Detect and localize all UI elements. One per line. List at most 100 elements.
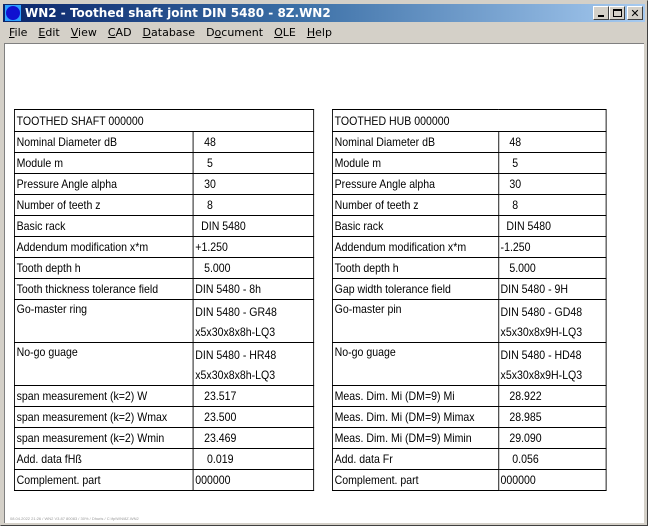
table-row: Basic rack DIN 5480 [13, 215, 315, 237]
minimize-button[interactable] [593, 6, 609, 20]
row-label: Pressure Angle alpha [13, 173, 194, 195]
table-row: Pressure Angle alpha 30 [332, 173, 607, 195]
menu-bar: File Edit View CAD Database Document OLE… [3, 23, 645, 42]
row-label: Meas. Dim. Mi (DM=9) Mi [332, 385, 499, 407]
table-row: Number of teeth z 8 [13, 194, 315, 216]
table-row: Module m 5 [332, 152, 607, 174]
table-row: No-go guage DIN 5480 - HD48 x5x30x8x9H-LQ3 [332, 342, 607, 386]
row-value: 30 [497, 173, 607, 195]
menu-document[interactable]: Document [200, 26, 268, 39]
row-value: DIN 5480 - GD48 x5x30x8x9H-LQ3 [497, 299, 607, 343]
menu-ole[interactable]: OLE [268, 26, 301, 39]
row-value: 23.517 [192, 385, 315, 407]
row-value-line1: DIN 5480 - GD48 [500, 305, 583, 319]
menu-help[interactable]: Help [301, 26, 337, 39]
maximize-button[interactable] [609, 6, 625, 20]
row-label: Tooth depth h [332, 257, 499, 279]
row-value: -1.250 [497, 236, 607, 258]
row-label: Nominal Diameter dB [332, 131, 499, 153]
table-row: Nominal Diameter dB 48 [332, 131, 607, 153]
row-label: Gap width tolerance field [332, 278, 499, 300]
maximize-icon [612, 9, 622, 17]
row-label: Meas. Dim. Mi (DM=9) Mimax [332, 406, 499, 428]
menu-label: ile [14, 26, 28, 39]
row-value: 23.469 [192, 427, 315, 449]
row-label: Complement. part [13, 469, 194, 491]
row-label: Addendum modification x*m [332, 236, 499, 258]
menu-label: AD [115, 26, 132, 39]
row-value-line2: x5x30x8x8h-LQ3 [195, 368, 276, 382]
row-value: 8 [497, 194, 607, 216]
table-row: Go-master ring DIN 5480 - GR48 x5x30x8x8h-… [13, 299, 315, 343]
caption-buttons: ✕ [593, 6, 643, 20]
table-title: TOOTHED SHAFT 000000 [13, 109, 315, 132]
table-row: Tooth depth h 5.000 [13, 257, 315, 279]
row-value: 000000 [497, 469, 607, 491]
close-icon: ✕ [630, 6, 640, 20]
row-label: Tooth thickness tolerance field [13, 278, 194, 300]
row-label: Pressure Angle alpha [332, 173, 499, 195]
row-label: Tooth depth h [13, 257, 194, 279]
menu-file[interactable]: File [3, 26, 32, 39]
title-bar[interactable]: WN2 - Toothed shaft joint DIN 5480 - 8Z.… [3, 4, 645, 22]
row-value-line1: DIN 5480 - HR48 [195, 348, 277, 362]
table-row: span measurement (k=2) Wmin 23.469 [13, 427, 315, 449]
table-row: Meas. Dim. Mi (DM=9) Mimin 29.090 [332, 427, 607, 449]
row-value: 5 [497, 152, 607, 174]
table-row: Pressure Angle alpha 30 [13, 173, 315, 195]
row-label: Basic rack [13, 215, 194, 237]
row-label: Module m [13, 152, 194, 174]
menu-view[interactable]: View [65, 26, 102, 39]
row-label: Module m [332, 152, 499, 174]
table-row: Complement. part 000000 [13, 469, 315, 491]
row-label: Addendum modification x*m [13, 236, 194, 258]
row-value: 29.090 [497, 427, 607, 449]
close-button[interactable]: ✕ [627, 6, 643, 20]
table-row: Meas. Dim. Mi (DM=9) Mimax 28.985 [332, 406, 607, 428]
row-value: DIN 5480 - 9H [497, 278, 607, 300]
row-value-line2: x5x30x8x8h-LQ3 [195, 325, 276, 339]
window-title: WN2 - Toothed shaft joint DIN 5480 - 8Z.… [25, 6, 331, 20]
row-value: 48 [497, 131, 607, 153]
menu-cad[interactable]: CAD [102, 26, 137, 39]
row-label: Meas. Dim. Mi (DM=9) Mimin [332, 427, 499, 449]
menu-database[interactable]: Database [137, 26, 201, 39]
toothed-hub-table: TOOTHED HUB 000000 Nominal Diameter dB 48… [332, 109, 607, 491]
menu-label: iew [78, 26, 97, 39]
menu-mnemonic: O [274, 26, 283, 39]
row-value: 8 [192, 194, 315, 216]
table-row: Nominal Diameter dB 48 [13, 131, 315, 153]
menu-label: D [206, 26, 215, 39]
row-value: 28.922 [497, 385, 607, 407]
row-value-line2: x5x30x8x9H-LQ3 [500, 368, 583, 382]
row-value: DIN 5480 [497, 215, 607, 237]
menu-label: LE [282, 26, 296, 39]
menu-edit[interactable]: Edit [32, 26, 64, 39]
row-value: DIN 5480 - HR48 x5x30x8x8h-LQ3 [192, 342, 315, 386]
gear-app-icon[interactable] [5, 5, 21, 21]
row-label: Go-master ring [13, 299, 194, 343]
row-label: span measurement (k=2) W [13, 385, 194, 407]
row-value-line1: DIN 5480 - GR48 [195, 305, 277, 319]
row-value: DIN 5480 - HD48 x5x30x8x9H-LQ3 [497, 342, 607, 386]
row-value: 28.985 [497, 406, 607, 428]
row-value: DIN 5480 [192, 215, 315, 237]
row-value: 48 [192, 131, 315, 153]
row-value: 30 [192, 173, 315, 195]
document-view[interactable]: TOOTHED SHAFT 000000 Nominal Diameter dB … [4, 43, 644, 523]
row-label: Add. data fHß [13, 448, 194, 470]
table-title: TOOTHED HUB 000000 [332, 109, 607, 132]
row-value-line2: x5x30x8x9H-LQ3 [500, 325, 583, 339]
table-row: Addendum modification x*m -1.250 [332, 236, 607, 258]
menu-label: cument [221, 26, 264, 39]
menu-mnemonic: H [306, 26, 316, 39]
document-footer: 08.04.2022 21:26 / WN2 V3.87 80083 / 30%… [10, 516, 139, 521]
table-row: Basic rack DIN 5480 [332, 215, 607, 237]
row-label: span measurement (k=2) Wmax [13, 406, 194, 428]
menu-label: elp [315, 26, 332, 39]
table-row: Complement. part 000000 [332, 469, 607, 491]
row-value: +1.250 [192, 236, 315, 258]
menu-mnemonic: D [142, 26, 152, 39]
menu-mnemonic: C [107, 26, 116, 39]
row-label: Go-master pin [332, 299, 499, 343]
